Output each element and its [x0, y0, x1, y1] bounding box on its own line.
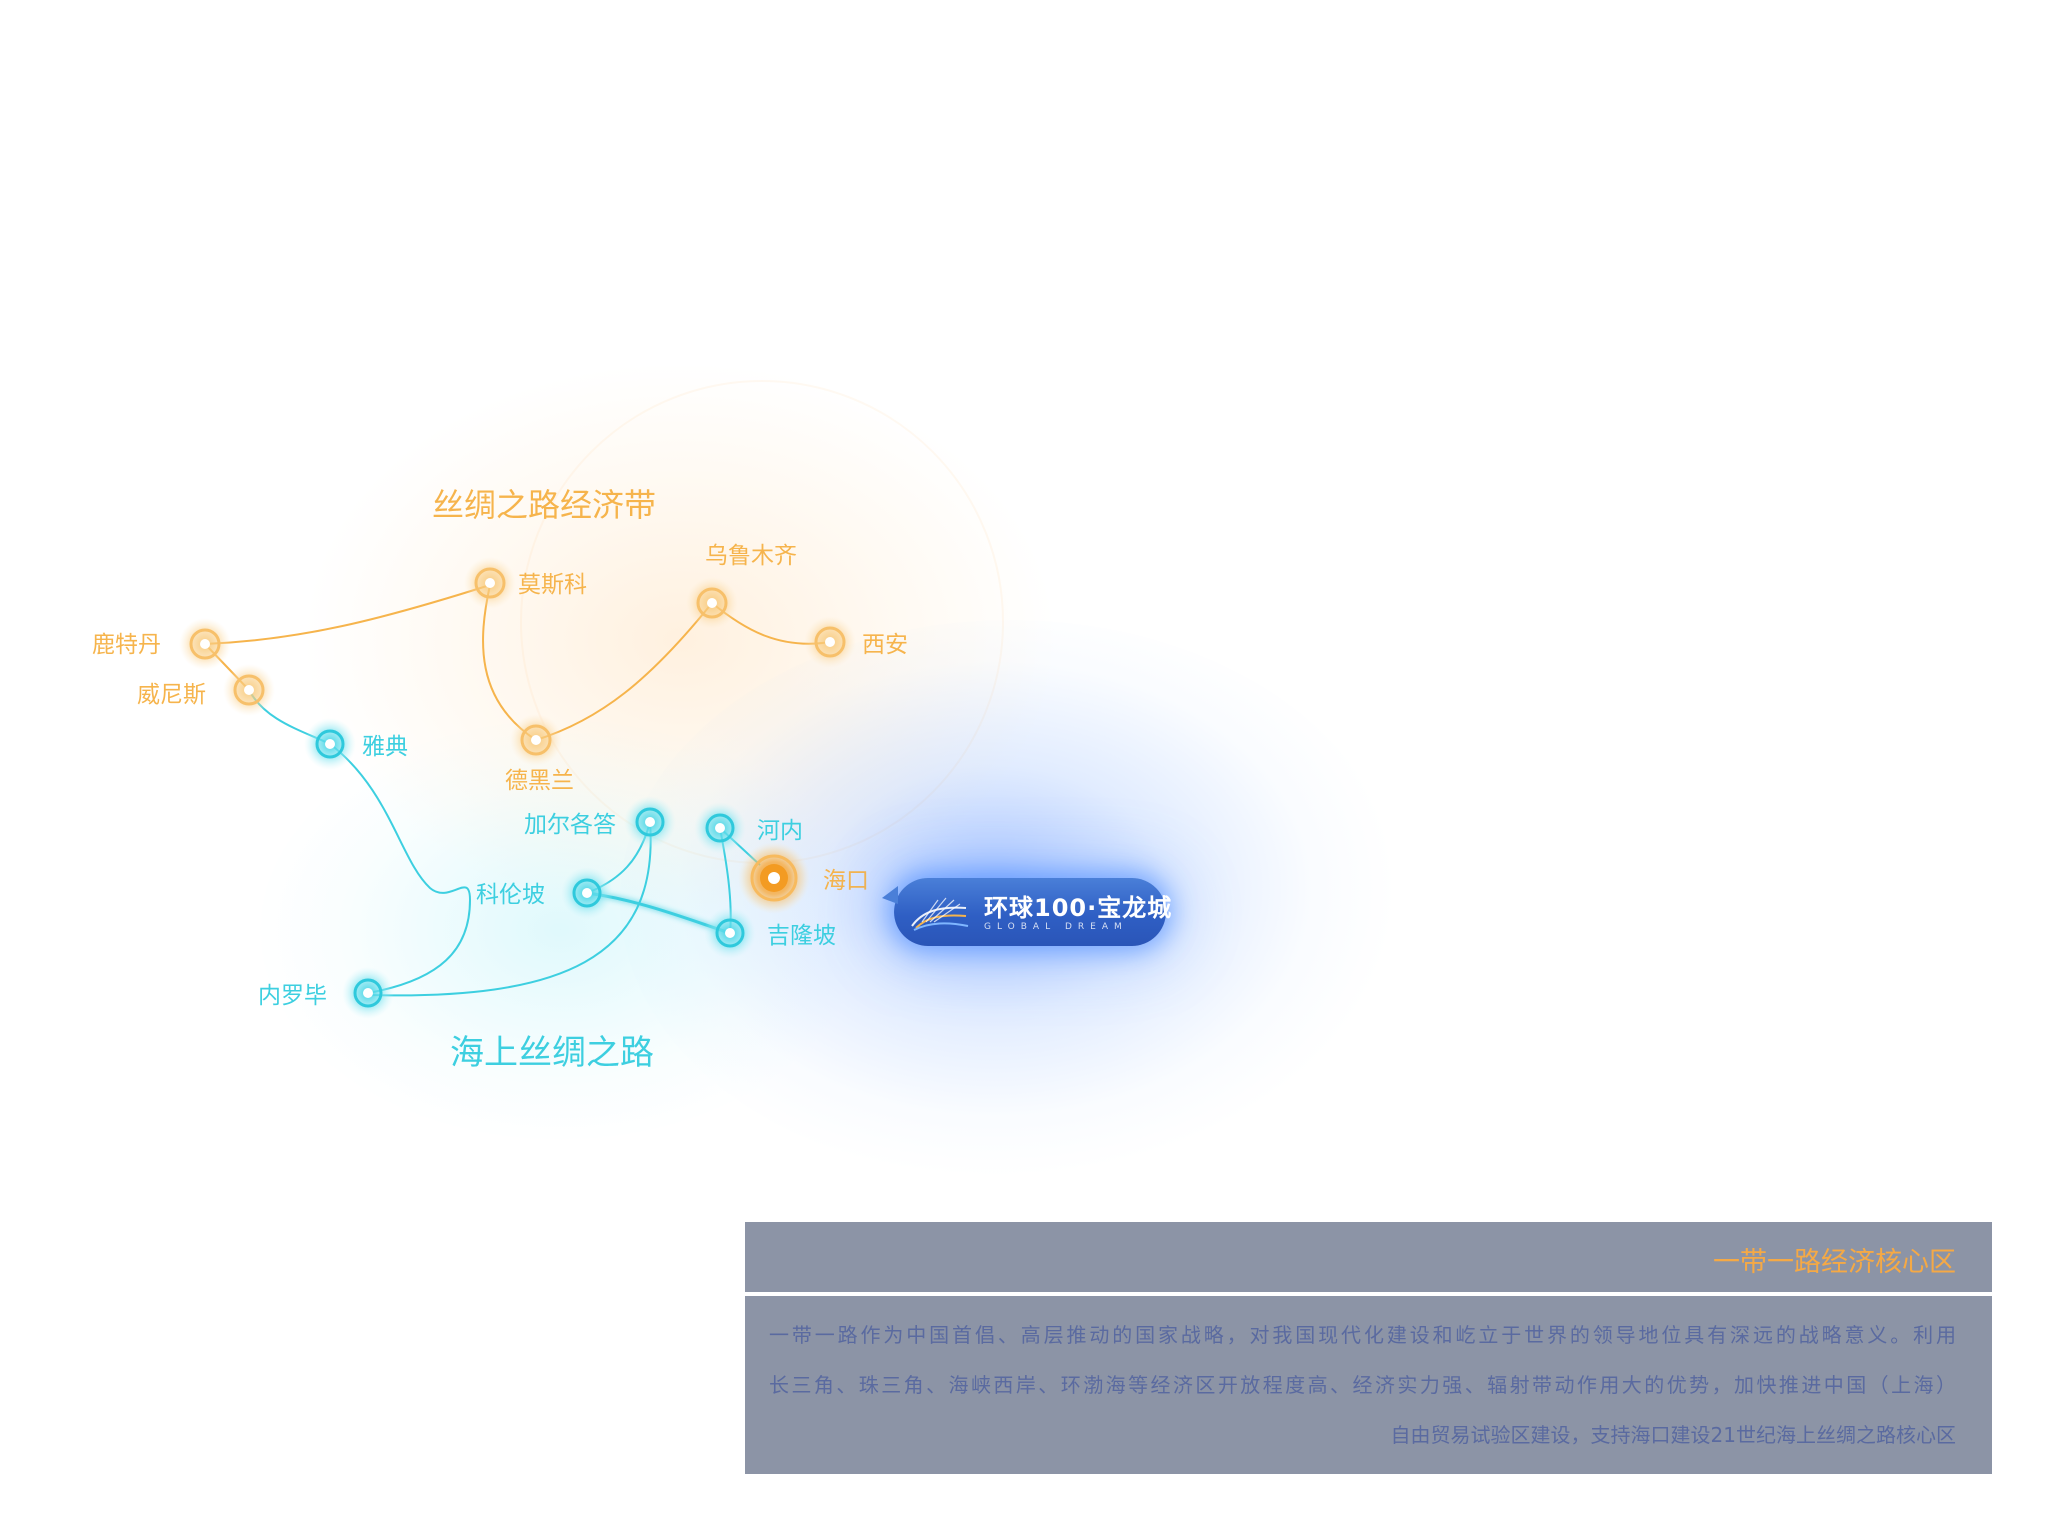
brand-name: 环球100·宝龙城 [984, 894, 1173, 922]
city-node-rotterdam [179, 618, 231, 670]
city-label-xian: 西安 [862, 632, 908, 658]
city-label-athens: 雅典 [362, 734, 408, 760]
silk-road-belt-title: 丝绸之路经济带 [432, 486, 656, 524]
city-label-hanoi: 河内 [757, 818, 803, 844]
city-node-moscow [464, 557, 516, 609]
city-label-urumqi: 乌鲁木齐 [705, 543, 797, 569]
info-panel-header: 一带一路经济核心区 [745, 1222, 1992, 1292]
hub-label-haikou: 海口 [823, 868, 869, 894]
belt-route-rotterdam-moscow [204, 584, 491, 645]
info-panel-line: 长三角、珠三角、海峡西岸、环渤海等经济区开放程度高、经济实力强、辐射带动作用大的… [769, 1373, 1956, 1397]
city-label-colombo: 科伦坡 [476, 882, 545, 908]
city-node-urumqi [686, 577, 738, 629]
city-label-moscow: 莫斯科 [518, 572, 587, 598]
wave-fan-logo-icon [911, 897, 969, 931]
city-node-athens [304, 718, 356, 770]
info-panel-divider [745, 1292, 1992, 1296]
city-label-rotterdam: 鹿特丹 [92, 632, 161, 658]
city-label-kolkata: 加尔各答 [524, 812, 616, 838]
city-label-tehran: 德黑兰 [505, 768, 574, 794]
one-belt-one-road-diagram: 丝绸之路经济带 海上丝绸之路 鹿特丹 威尼斯 莫斯科 德黑兰 乌鲁木齐 西安 雅… [0, 0, 2048, 1536]
brand-bubble: 环球100·宝龙城 GLOBAL DREAM [882, 878, 1171, 946]
info-panel: 一带一路经济核心区 一带一路作为中国首倡、高层推动的国家战略，对我国现代化建设和… [745, 1222, 1992, 1474]
maritime-silk-road-title: 海上丝绸之路 [450, 1033, 654, 1073]
city-label-kuala-lumpur: 吉隆坡 [767, 923, 836, 949]
city-node-nairobi [342, 967, 394, 1019]
maritime-route-athens-nairobi [329, 743, 472, 994]
city-node-kolkata [624, 796, 676, 848]
city-node-venice [223, 664, 275, 716]
info-panel-line: 自由贸易试验区建设，支持海口建设21世纪海上丝绸之路核心区 [1390, 1423, 1956, 1447]
info-panel-line: 一带一路作为中国首倡、高层推动的国家战略，对我国现代化建设和屹立于世界的领导地位… [769, 1323, 1956, 1347]
brand-subtitle: GLOBAL DREAM [984, 922, 1128, 932]
city-node-colombo [561, 867, 613, 919]
city-label-venice: 威尼斯 [137, 682, 206, 708]
hub-node-haikou [738, 842, 810, 914]
info-panel-body: 一带一路作为中国首倡、高层推动的国家战略，对我国现代化建设和屹立于世界的领导地位… [769, 1310, 1956, 1460]
city-label-nairobi: 内罗毕 [258, 983, 327, 1009]
city-node-kuala-lumpur [704, 907, 756, 959]
belt-route-tehran-urumqi [535, 602, 713, 741]
city-node-xian [804, 616, 856, 668]
city-node-hanoi [694, 802, 746, 854]
city-node-tehran [510, 714, 562, 766]
maritime-route-nairobi-kolkata [367, 821, 652, 997]
info-panel-title: 一带一路经济核心区 [1713, 1247, 1956, 1278]
